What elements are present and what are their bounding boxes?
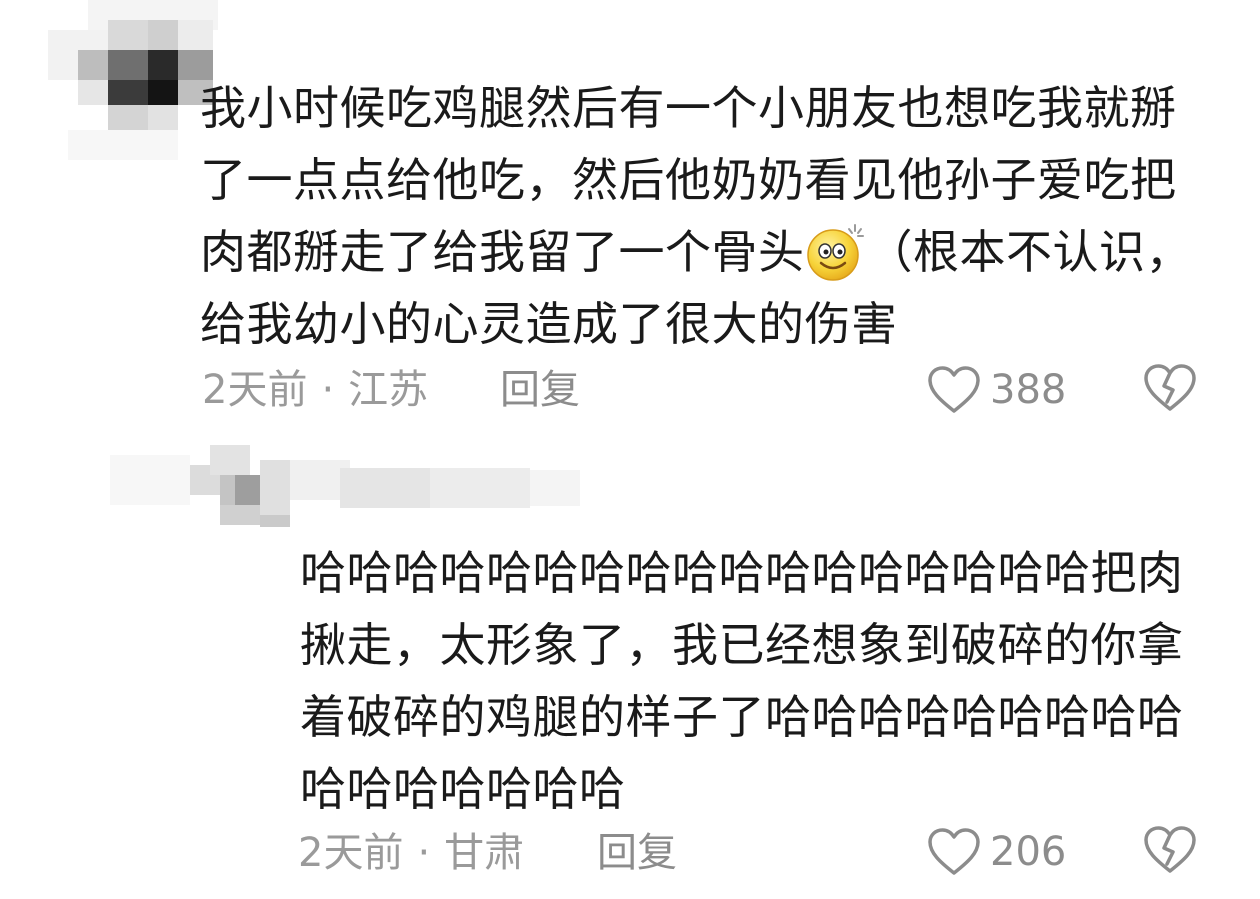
heart-icon — [928, 366, 980, 413]
comment-meta: 2天前 · 江苏 — [202, 365, 428, 415]
broken-heart-icon — [1144, 826, 1196, 873]
reply-location: 甘肃 — [444, 830, 525, 876]
reply-time: 2天前 — [298, 830, 404, 876]
reply-button[interactable]: 回复 — [500, 365, 580, 415]
reply-avatar[interactable] — [110, 440, 580, 530]
reply-meta: 2天前 · 甘肃 — [298, 828, 524, 878]
reply-button[interactable]: 回复 — [597, 828, 677, 878]
meta-separator: · — [417, 830, 431, 876]
dizzy-smile-emoji-icon — [805, 221, 867, 283]
avatar[interactable] — [48, 0, 218, 170]
reply-text: 哈哈哈哈哈哈哈哈哈哈哈哈哈哈哈哈哈把肉揪走，太形象了，我已经想象到破碎的你拿着破… — [300, 546, 1184, 816]
broken-heart-icon — [1144, 364, 1196, 411]
heart-icon — [928, 828, 980, 875]
comment-text: 我小时候吃鸡腿然后有一个小朋友也想吃我就掰了一点点给他吃，然后他奶奶看见他孙子爱… — [200, 72, 1210, 360]
meta-separator: · — [321, 367, 335, 413]
dislike-button[interactable] — [1142, 824, 1198, 878]
like-button[interactable]: 388 — [926, 362, 1066, 418]
like-count: 206 — [990, 829, 1067, 875]
comment-time: 2天前 — [202, 367, 308, 413]
like-count: 388 — [990, 367, 1067, 413]
like-button[interactable]: 206 — [926, 824, 1066, 880]
comment-location: 江苏 — [348, 367, 429, 413]
dislike-button[interactable] — [1142, 362, 1198, 416]
